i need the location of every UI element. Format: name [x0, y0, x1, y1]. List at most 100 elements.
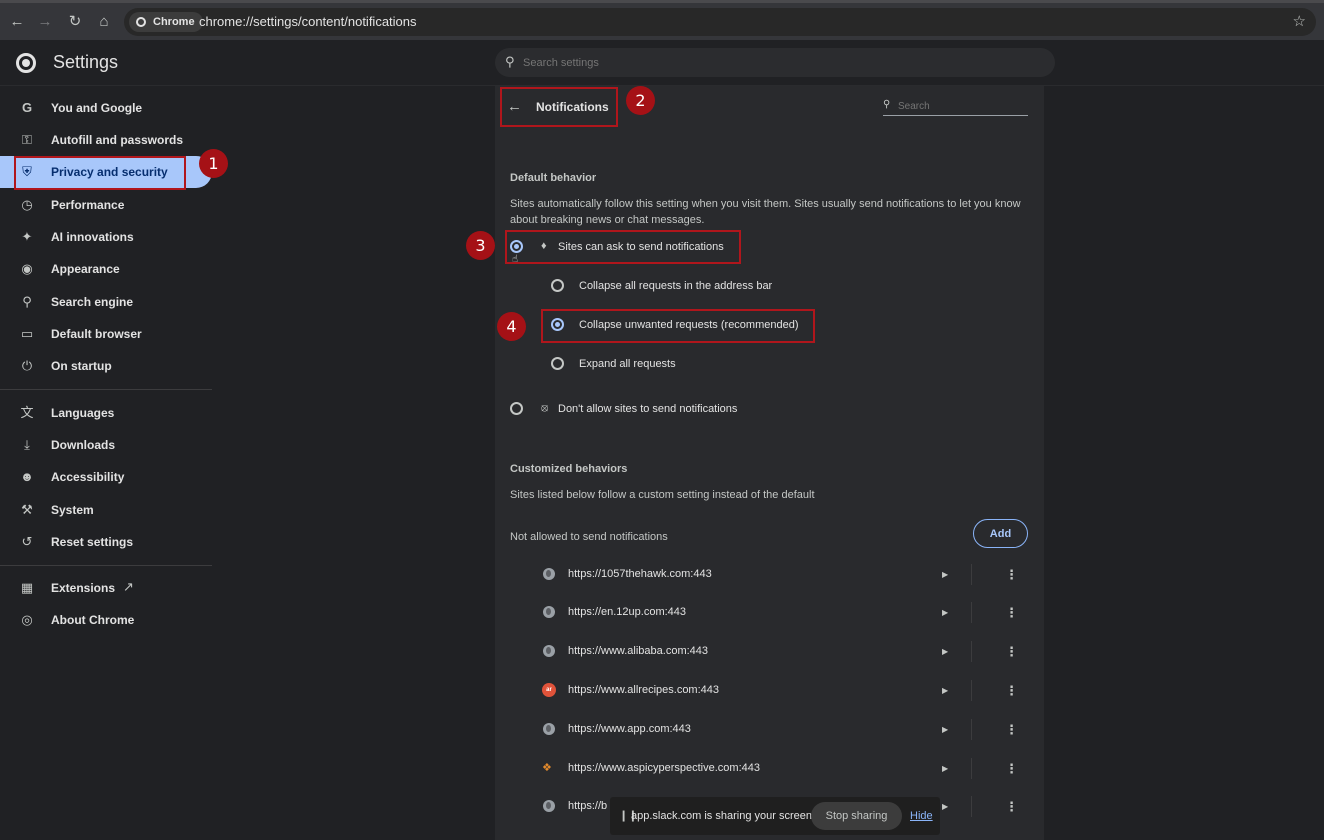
notifications-card: ← Notifications ⚲ Default behavior Sites… [495, 86, 1044, 840]
site-url: https://www.allrecipes.com:443 [568, 684, 720, 696]
allrecipes-favicon-icon: ar [542, 683, 556, 697]
more-actions-icon[interactable]: ⋮ [1005, 632, 1018, 671]
sidebar-item-label: Appearance [51, 262, 120, 276]
url-text[interactable]: chrome://settings/content/notifications [199, 8, 417, 36]
palette-icon: ◉ [21, 261, 33, 276]
wrench-icon: ⚒ [21, 502, 33, 517]
reload-icon[interactable]: ↻ [65, 12, 85, 32]
chevron-right-icon[interactable]: ▶ [942, 555, 948, 594]
radio-dont-allow[interactable] [510, 402, 523, 415]
address-bar[interactable]: Chrome chrome://settings/content/notific… [124, 8, 1316, 36]
chrome-logo-icon: ◎ [21, 612, 33, 627]
chevron-right-icon[interactable]: ▶ [942, 671, 948, 710]
sidebar-item-accessibility[interactable]: ☻ Accessibility [0, 461, 212, 493]
radio-expand-all[interactable] [551, 357, 564, 370]
annotation-badge-3: 3 [466, 231, 495, 260]
more-actions-icon[interactable]: ⋮ [1005, 555, 1018, 594]
sidebar-item-on-startup[interactable]: ⏻ On startup [0, 350, 212, 382]
default-behavior-title: Default behavior [510, 172, 597, 184]
sidebar-item-label: Extensions [51, 581, 116, 595]
add-site-button[interactable]: Add [973, 519, 1028, 548]
row-separator [971, 602, 972, 623]
google-g-icon: G [21, 100, 33, 115]
sidebar-item-label: Reset settings [51, 535, 134, 549]
sidebar-item-default-browser[interactable]: ▭ Default browser [0, 318, 212, 350]
site-url: https://1057thehawk.com:443 [568, 568, 712, 580]
notifications-search[interactable]: ⚲ [883, 98, 1028, 116]
sidebar-item-downloads[interactable]: ⤓ Downloads [0, 429, 212, 461]
highlight-privacy-and-security [14, 156, 186, 190]
more-actions-icon[interactable]: ⋮ [1005, 749, 1018, 788]
browser-window-icon: ▭ [20, 326, 34, 341]
sidebar-item-about-chrome[interactable]: ◎ About Chrome [0, 604, 212, 636]
sidebar-item-reset-settings[interactable]: ↺ Reset settings [0, 526, 212, 558]
search-input[interactable] [523, 48, 1023, 77]
globe-icon [543, 568, 555, 580]
notifications-search-input[interactable] [898, 98, 1023, 114]
customized-behaviors-description: Sites listed below follow a custom setti… [510, 489, 815, 501]
chevron-right-icon[interactable]: ▶ [942, 749, 948, 788]
radio-collapse-all[interactable] [551, 279, 564, 292]
bookmark-star-icon[interactable]: ☆ [1293, 12, 1306, 32]
annotation-badge-1: 1 [199, 149, 228, 178]
aspicyperspective-favicon-icon: ❖ [542, 762, 552, 774]
sidebar-item-label: On startup [51, 359, 112, 373]
sidebar-item-languages[interactable]: 文 Languages [0, 397, 212, 429]
sidebar: G You and Google ⚿ Autofill and password… [0, 86, 230, 840]
settings-search[interactable]: ⚲ [495, 48, 1055, 77]
chevron-right-icon[interactable]: ▶ [942, 632, 948, 671]
sidebar-item-extensions[interactable]: ▦ Extensions ↗ [0, 572, 212, 604]
sidebar-item-system[interactable]: ⚒ System [0, 494, 212, 526]
sidebar-item-search-engine[interactable]: ⚲ Search engine [0, 286, 212, 318]
site-url: https://www.app.com:443 [568, 723, 691, 735]
site-row[interactable]: https://www.alibaba.com:443 ▶ ⋮ [495, 632, 1044, 671]
browser-toolbar: ← → ↻ ⌂ Chrome chrome://settings/content… [0, 0, 1324, 40]
site-row[interactable]: ar https://www.allrecipes.com:443 ▶ ⋮ [495, 671, 1044, 710]
chip-label: Chrome [153, 16, 195, 28]
key-icon: ⚿ [22, 132, 32, 147]
option-dont-allow[interactable]: Don't allow sites to send notifications [558, 403, 737, 415]
power-icon: ⏻ [21, 358, 33, 373]
translate-icon: 文 [20, 405, 34, 420]
sidebar-item-autofill[interactable]: ⚿ Autofill and passwords [0, 124, 212, 156]
row-separator [971, 796, 972, 817]
globe-icon [543, 800, 555, 812]
option-expand-all[interactable]: Expand all requests [579, 358, 676, 370]
chevron-right-icon[interactable]: ▶ [942, 710, 948, 749]
hide-link[interactable]: Hide [910, 797, 933, 835]
search-icon: ⚲ [22, 294, 32, 309]
sidebar-item-ai-innovations[interactable]: ✦ AI innovations [0, 221, 212, 253]
sidebar-item-label: AI innovations [51, 230, 134, 244]
more-actions-icon[interactable]: ⋮ [1005, 787, 1018, 826]
highlight-collapse-unwanted [541, 309, 815, 343]
highlight-notifications-title [500, 87, 618, 127]
globe-icon [543, 723, 555, 735]
sidebar-item-label: You and Google [51, 101, 143, 115]
forward-arrow-icon[interactable]: → [35, 12, 55, 32]
sidebar-item-appearance[interactable]: ◉ Appearance [0, 253, 212, 285]
stop-sharing-button[interactable]: Stop sharing [811, 802, 902, 830]
site-row[interactable]: https://en.12up.com:443 ▶ ⋮ [495, 593, 1044, 632]
more-actions-icon[interactable]: ⋮ [1005, 671, 1018, 710]
sparkle-icon: ✦ [21, 229, 33, 244]
chevron-right-icon[interactable]: ▶ [942, 787, 948, 826]
home-icon[interactable]: ⌂ [94, 12, 114, 32]
site-row[interactable]: https://1057thehawk.com:443 ▶ ⋮ [495, 555, 1044, 594]
sidebar-divider [0, 565, 212, 566]
site-row[interactable]: https://www.app.com:443 ▶ ⋮ [495, 710, 1044, 749]
sidebar-item-label: Performance [51, 198, 125, 212]
back-arrow-icon[interactable]: ← [7, 12, 27, 32]
more-actions-icon[interactable]: ⋮ [1005, 710, 1018, 749]
row-separator [971, 641, 972, 662]
site-row[interactable]: ❖ https://www.aspicyperspective.com:443 … [495, 749, 1044, 788]
chevron-right-icon[interactable]: ▶ [942, 593, 948, 632]
bell-off-icon: ⦻ [541, 402, 549, 414]
more-actions-icon[interactable]: ⋮ [1005, 593, 1018, 632]
sidebar-item-label: Downloads [51, 438, 116, 452]
site-info-chip[interactable]: Chrome [129, 12, 203, 32]
chrome-logo-icon [136, 17, 146, 27]
sidebar-item-you-and-google[interactable]: G You and Google [0, 92, 212, 124]
search-icon: ⚲ [505, 54, 515, 69]
option-collapse-all[interactable]: Collapse all requests in the address bar [579, 280, 772, 292]
sidebar-item-performance[interactable]: ◷ Performance [0, 189, 212, 221]
